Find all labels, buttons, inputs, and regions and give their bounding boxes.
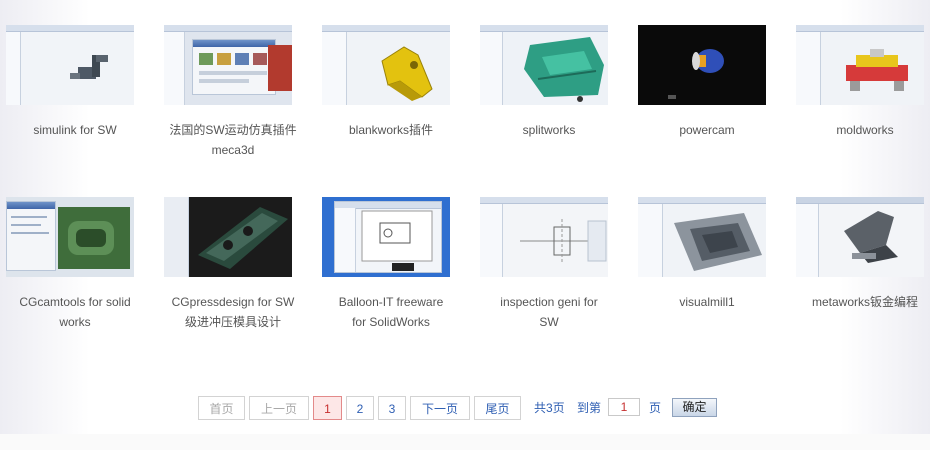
drawing-view-icon — [520, 219, 607, 263]
goto-label: 到第 — [577, 401, 602, 415]
drawing-sheet-icon — [361, 210, 433, 271]
caption-line: meca3d — [211, 143, 255, 157]
thumbnail[interactable] — [322, 25, 450, 105]
caption[interactable]: CGcamtools for solid works — [0, 292, 150, 332]
pocket-toolpath-icon — [674, 213, 762, 271]
thumbnail[interactable] — [638, 25, 766, 105]
caption[interactable]: Balloon-IT freeware for SolidWorks — [316, 292, 466, 332]
caption-line: simulink for SW — [33, 123, 117, 137]
sheet-metal-icon — [844, 211, 898, 263]
caption-line: SW — [539, 315, 559, 329]
caption-line: for SolidWorks — [352, 315, 430, 329]
caption[interactable]: metaworks钣金编程 — [790, 292, 930, 312]
caption[interactable]: powercam — [632, 120, 782, 140]
die-strip-icon — [198, 207, 288, 269]
caption-line: works — [59, 315, 91, 329]
page-button-2[interactable]: 2 — [346, 396, 374, 420]
dialog-window-icon — [192, 39, 276, 95]
caption[interactable]: 法国的SW运动仿真插件 meca3d — [158, 120, 308, 160]
prev-page-button[interactable]: 上一页 — [249, 396, 309, 420]
thumbnail[interactable] — [164, 197, 292, 277]
thumbnail[interactable] — [480, 197, 608, 277]
caption-line: 级进冲压模具设计 — [184, 315, 281, 329]
caption-line: moldworks — [836, 123, 894, 137]
page-button-3[interactable]: 3 — [378, 396, 406, 420]
last-page-button[interactable]: 尾页 — [474, 396, 521, 420]
green-block-icon — [58, 207, 130, 269]
dialog-titlebar — [193, 40, 275, 47]
caption-line: visualmill1 — [679, 295, 735, 309]
caption[interactable]: CGpressdesign for SW 级进冲压模具设计 — [158, 292, 308, 332]
green-mold-icon — [524, 37, 604, 102]
caption[interactable]: blankworks插件 — [316, 120, 466, 140]
confirm-button[interactable]: 确定 — [672, 398, 717, 417]
caption-line: inspection geni for — [500, 295, 598, 309]
page-button-1-current[interactable]: 1 — [313, 396, 342, 420]
thumbnail[interactable] — [164, 25, 292, 105]
caption-line: CGpressdesign for SW — [171, 295, 295, 309]
caption-line: metaworks钣金编程 — [811, 295, 918, 309]
total-pages-label: 共3页 — [534, 401, 565, 415]
caption-line: 法国的SW运动仿真插件 — [169, 123, 297, 137]
toolbar-strip — [164, 25, 292, 32]
yellow-part-icon — [381, 46, 433, 101]
blue-cylinder-icon — [668, 49, 724, 99]
thumbnail[interactable] — [638, 197, 766, 277]
thumbnail[interactable] — [796, 197, 924, 277]
dialog-content — [199, 53, 267, 83]
caption[interactable]: splitworks — [474, 120, 624, 140]
footer-band — [0, 434, 930, 450]
caption[interactable]: moldworks — [790, 120, 930, 140]
goto-page-input[interactable] — [608, 398, 640, 416]
caption[interactable]: inspection geni for SW — [474, 292, 624, 332]
thumbnail[interactable] — [796, 25, 924, 105]
thumbnail[interactable] — [6, 25, 134, 105]
feature-tree — [164, 32, 185, 105]
page-unit-label: 页 — [649, 401, 662, 415]
next-page-button[interactable]: 下一页 — [410, 396, 470, 420]
caption[interactable]: simulink for SW — [0, 120, 150, 140]
caption-line: Balloon-IT freeware — [338, 295, 444, 309]
pagination: 首页 上一页 1 2 3 下一页 尾页 共3页 到第 页 确定 — [0, 396, 930, 422]
robot-arm-cad-icon — [70, 55, 108, 79]
mold-assembly-icon — [846, 49, 908, 91]
caption[interactable]: visualmill1 — [632, 292, 782, 312]
part-preview — [268, 45, 292, 91]
first-page-button[interactable]: 首页 — [198, 396, 245, 420]
caption-line: blankworks插件 — [348, 123, 434, 137]
caption-line: CGcamtools for solid — [19, 295, 131, 309]
caption-line: powercam — [679, 123, 735, 137]
thumbnail[interactable] — [480, 25, 608, 105]
caption-line: splitworks — [522, 123, 576, 137]
thumbnail[interactable] — [6, 197, 134, 277]
thumbnail[interactable] — [322, 197, 450, 277]
